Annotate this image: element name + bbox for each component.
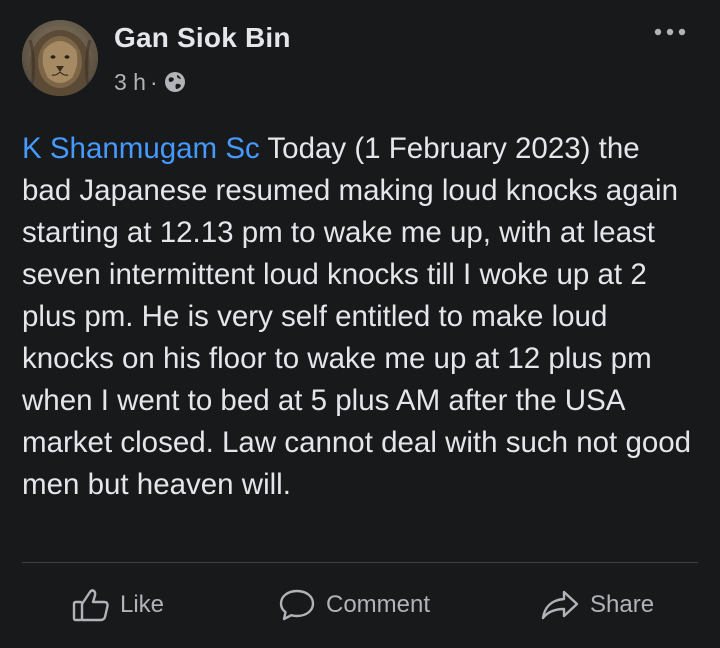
comment-button[interactable]: Comment — [278, 575, 430, 635]
share-label: Share — [590, 591, 655, 618]
more-options-icon — [654, 28, 686, 36]
share-button[interactable]: Share — [540, 575, 654, 635]
like-button[interactable]: Like — [72, 575, 164, 635]
avatar[interactable] — [22, 20, 98, 96]
globe-icon — [164, 71, 186, 93]
thumbs-up-icon — [72, 589, 109, 622]
lion-avatar-image — [22, 20, 98, 96]
like-label: Like — [120, 591, 165, 618]
post-text: Today (1 February 2023) the bad Japanese… — [22, 132, 692, 501]
post-body: K Shanmugam Sc Today (1 February 2023) t… — [22, 128, 692, 506]
mention-link[interactable]: K Shanmugam Sc — [22, 132, 260, 165]
comment-bubble-icon — [279, 589, 315, 621]
facebook-post: Gan Siok Bin 3 h · K Shanmugam Sc Today … — [0, 0, 720, 648]
comment-label: Comment — [326, 591, 431, 618]
post-timestamp[interactable]: 3 h — [114, 69, 146, 96]
share-arrow-icon — [541, 590, 579, 620]
post-meta: 3 h · — [114, 68, 186, 96]
action-bar: Like Comment Share — [0, 575, 720, 635]
divider — [22, 562, 698, 563]
author-name[interactable]: Gan Siok Bin — [114, 22, 291, 54]
meta-separator: · — [149, 68, 158, 95]
more-options-button[interactable] — [650, 22, 690, 42]
